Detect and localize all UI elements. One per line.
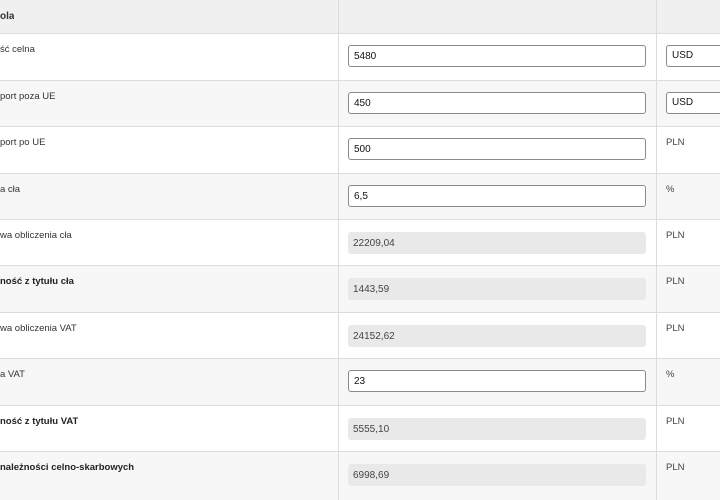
row-label: port poza UE xyxy=(0,91,56,102)
row-label: ność z tytułu VAT xyxy=(0,416,79,427)
column-divider xyxy=(338,313,339,358)
row-vat-base: wa obliczenia VAT PLN xyxy=(0,313,720,359)
row-duty-base: wa obliczenia cła PLN xyxy=(0,220,720,266)
customs-calculator: ola ść celna USD port poza UE USD port p… xyxy=(0,0,720,500)
row-duty-amount: ność z tytułu cła PLN xyxy=(0,266,720,313)
row-transport-within-eu: port po UE PLN xyxy=(0,127,720,174)
column-divider xyxy=(656,127,657,173)
column-divider xyxy=(656,0,657,33)
vat-base-output xyxy=(348,325,646,347)
column-divider xyxy=(656,220,657,265)
unit-label: PLN xyxy=(666,416,685,427)
vat-rate-input[interactable] xyxy=(348,370,646,392)
column-divider xyxy=(338,0,339,33)
transport-outside-eu-input[interactable] xyxy=(348,92,646,114)
column-divider xyxy=(656,34,657,80)
row-label: port po UE xyxy=(0,137,46,148)
column-divider xyxy=(656,406,657,451)
column-divider xyxy=(338,452,339,500)
row-label: ść celna xyxy=(0,44,35,55)
column-divider xyxy=(338,127,339,173)
unit-label: % xyxy=(666,369,675,380)
row-label: ność z tytułu cła xyxy=(0,276,74,287)
row-vat-amount: ność z tytułu VAT PLN xyxy=(0,406,720,452)
duty-rate-input[interactable] xyxy=(348,185,646,207)
row-label: wa obliczenia cła xyxy=(0,230,72,241)
column-divider xyxy=(338,266,339,312)
customs-value-currency-select[interactable]: USD xyxy=(666,45,720,67)
row-transport-outside-eu: port poza UE USD xyxy=(0,81,720,127)
unit-label: PLN xyxy=(666,230,685,241)
column-divider xyxy=(338,81,339,126)
transport-outside-eu-currency-select[interactable]: USD xyxy=(666,92,720,114)
total-charges-output xyxy=(348,464,646,486)
unit-label: PLN xyxy=(666,137,685,148)
duty-base-output xyxy=(348,232,646,254)
column-divider xyxy=(338,359,339,405)
customs-value-input[interactable] xyxy=(348,45,646,67)
column-divider xyxy=(656,81,657,126)
column-divider xyxy=(656,174,657,219)
unit-label: PLN xyxy=(666,276,685,287)
row-label: wa obliczenia VAT xyxy=(0,323,77,334)
column-divider xyxy=(338,174,339,219)
row-label: a VAT xyxy=(0,369,25,380)
vat-amount-output xyxy=(348,418,646,440)
row-total-charges: należności celno-skarbowych PLN xyxy=(0,452,720,500)
unit-label: % xyxy=(666,184,675,195)
column-divider xyxy=(338,406,339,451)
row-label: a cła xyxy=(0,184,21,195)
header-title: ola xyxy=(0,11,15,22)
column-divider xyxy=(338,34,339,80)
row-customs-value: ść celna USD xyxy=(0,34,720,81)
row-vat-rate: a VAT % xyxy=(0,359,720,406)
column-divider xyxy=(656,359,657,405)
column-divider xyxy=(656,313,657,358)
row-duty-rate: a cła % xyxy=(0,174,720,220)
transport-within-eu-input[interactable] xyxy=(348,138,646,160)
duty-amount-output xyxy=(348,278,646,300)
unit-label: PLN xyxy=(666,323,685,334)
row-label: należności celno-skarbowych xyxy=(0,462,135,473)
column-divider xyxy=(338,220,339,265)
column-divider xyxy=(656,452,657,500)
table-header: ola xyxy=(0,0,720,34)
unit-label: PLN xyxy=(666,462,685,473)
column-divider xyxy=(656,266,657,312)
